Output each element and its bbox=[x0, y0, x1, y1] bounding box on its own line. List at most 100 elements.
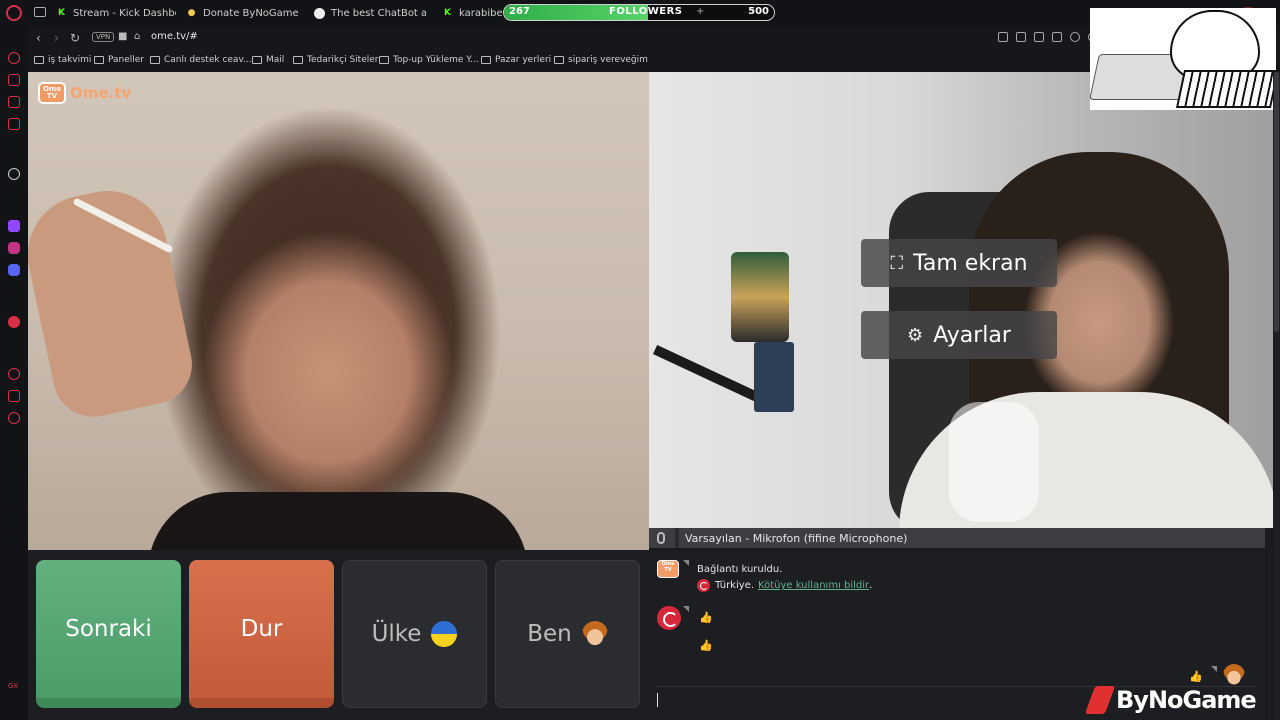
own-camera-video: ⛶ Tam ekran ⚙ Ayarlar bbox=[649, 72, 1273, 528]
video-microphone bbox=[731, 252, 789, 342]
bubble-tail bbox=[683, 560, 689, 566]
adblock-icon[interactable] bbox=[1034, 32, 1044, 42]
folder-icon bbox=[34, 56, 44, 64]
pin-icon[interactable] bbox=[998, 32, 1008, 42]
bookmark-item[interactable]: Mail bbox=[252, 55, 284, 65]
kick-icon: K bbox=[442, 7, 453, 19]
tab-label: Donate ByNoGame - Gel bbox=[203, 7, 298, 19]
settings-button[interactable]: ⚙ Ayarlar bbox=[861, 311, 1057, 359]
thumbs-up-icon: 👍 bbox=[1189, 670, 1203, 683]
video-shirt bbox=[148, 492, 528, 550]
followers-goal: 500 bbox=[748, 6, 769, 17]
partner-video: Ome TV Ome.tv bbox=[28, 72, 649, 550]
snapshot-icon[interactable] bbox=[1016, 32, 1026, 42]
chat-controls: Sonraki Dur Ülke Ben bbox=[28, 550, 649, 720]
lock-icon: ⌂ bbox=[134, 31, 141, 42]
opera-logo-icon[interactable] bbox=[6, 5, 22, 21]
ometv-logo: Ome TV Ome.tv bbox=[38, 82, 131, 104]
bubble-tail bbox=[683, 606, 689, 612]
microphone-selector[interactable]: Varsayılan - Mikrofon (fifine Microphone… bbox=[649, 528, 1265, 548]
thumbs-up-icon: 👍 bbox=[699, 639, 713, 652]
gmail-icon[interactable] bbox=[8, 118, 20, 130]
avatar bbox=[1223, 664, 1245, 686]
bongo-cat-overlay bbox=[1089, 8, 1280, 110]
chatgpt-icon[interactable] bbox=[8, 168, 20, 180]
video-bottle bbox=[949, 402, 1039, 522]
folder-icon bbox=[150, 56, 160, 64]
folder-icon bbox=[94, 56, 104, 64]
next-button[interactable]: Sonraki bbox=[36, 560, 181, 708]
vpn-badge[interactable]: VPN bbox=[92, 32, 115, 42]
back-icon[interactable]: ‹ bbox=[36, 31, 41, 45]
play-icon[interactable] bbox=[1070, 32, 1080, 42]
ometv-system-avatar: Ome TV bbox=[657, 560, 679, 578]
history-icon[interactable] bbox=[8, 368, 20, 380]
discord-icon[interactable] bbox=[8, 264, 20, 276]
bookmark-item[interactable]: Canlı destek ceav... bbox=[150, 55, 252, 65]
partner-avatar-turkey-flag-icon bbox=[657, 606, 681, 630]
tab-label: karabiber_2 bbox=[459, 7, 502, 19]
settings-icon[interactable] bbox=[8, 412, 20, 424]
shopping-icon[interactable] bbox=[8, 74, 20, 86]
page-scrollbar[interactable] bbox=[1273, 72, 1280, 720]
followers-title: FOLLOWERS bbox=[609, 6, 683, 17]
thumbs-up-icon: 👍 bbox=[699, 611, 713, 624]
scrollbar-thumb[interactable] bbox=[1274, 72, 1279, 332]
ometv-logo-word: Ome.tv bbox=[70, 84, 132, 102]
country-button[interactable]: Ülke bbox=[342, 560, 487, 708]
fullscreen-icon: ⛶ bbox=[890, 252, 904, 274]
bubble-tail bbox=[1211, 666, 1217, 672]
divider bbox=[675, 528, 679, 548]
translate-icon[interactable] bbox=[1052, 32, 1062, 42]
workspaces-icon[interactable] bbox=[34, 7, 46, 17]
video-figure bbox=[754, 342, 794, 412]
bynogame-watermark: ByNoGame bbox=[1084, 686, 1257, 714]
bynogame-icon: ● bbox=[187, 8, 196, 18]
gear-icon: ⚙ bbox=[907, 324, 924, 346]
chatgpt-icon bbox=[314, 7, 325, 19]
ukraine-flag-icon bbox=[431, 621, 458, 647]
followers-current: 267 bbox=[509, 6, 530, 17]
avatar bbox=[581, 621, 608, 647]
reload-icon[interactable]: ↻ bbox=[70, 31, 80, 45]
folder-icon bbox=[379, 56, 389, 64]
report-abuse-link[interactable]: Kötüye kullanımı bildir bbox=[758, 580, 869, 591]
url-field[interactable]: ome.tv/# bbox=[151, 31, 198, 42]
tab-chatbot[interactable]: The best ChatBot and W bbox=[314, 4, 426, 22]
tab-donate-bynogame[interactable]: ● Donate ByNoGame - Gel bbox=[186, 4, 298, 22]
bookmark-item[interactable]: iş takvimi bbox=[34, 55, 91, 65]
microphone-label: Varsayılan - Mikrofon (fifine Microphone… bbox=[685, 531, 908, 545]
bookmark-item[interactable]: Paneller bbox=[94, 55, 144, 65]
twitch-icon[interactable] bbox=[8, 220, 20, 232]
gx-icon[interactable]: GX bbox=[8, 682, 20, 694]
instagram-icon[interactable] bbox=[8, 242, 20, 254]
bookmark-item[interactable]: Pazar yerleri bbox=[481, 55, 551, 65]
bookmark-item[interactable]: Tedarikçi Siteler bbox=[293, 55, 378, 65]
fullscreen-button[interactable]: ⛶ Tam ekran bbox=[861, 239, 1057, 287]
tab-kick-dashboard[interactable]: K Stream - Kick Dashboard bbox=[56, 4, 176, 22]
folder-icon bbox=[293, 56, 303, 64]
tab-label: The best ChatBot and W bbox=[331, 7, 426, 19]
folder-icon bbox=[252, 56, 262, 64]
camera-icon[interactable]: ■ bbox=[118, 31, 127, 42]
microphone-icon bbox=[657, 532, 665, 544]
tab-karabiber[interactable]: K karabiber_2 bbox=[442, 4, 502, 22]
text-caret bbox=[657, 693, 658, 707]
folder-icon bbox=[481, 56, 491, 64]
bookmark-item[interactable]: Top-up Yükleme Y... bbox=[379, 55, 479, 65]
music-icon[interactable] bbox=[8, 316, 20, 328]
forward-icon[interactable]: › bbox=[54, 31, 59, 45]
extensions-icon[interactable] bbox=[8, 390, 20, 402]
turkey-flag-icon bbox=[697, 579, 710, 592]
keyboard-icon bbox=[1175, 70, 1280, 108]
bynogame-logo-icon bbox=[1084, 686, 1116, 714]
followers-goal-overlay: 267 FOLLOWERS + 500 bbox=[503, 4, 775, 21]
bookmark-item[interactable]: sipariş vereveğim bbox=[554, 55, 648, 65]
chat-message-connected: Bağlantı kuruldu. bbox=[697, 564, 783, 575]
me-button[interactable]: Ben bbox=[495, 560, 640, 708]
tab-label: Stream - Kick Dashboard bbox=[73, 7, 176, 19]
wallet-icon[interactable] bbox=[8, 96, 20, 108]
opera-aria-icon[interactable] bbox=[8, 52, 20, 64]
browser-sidebar: GX bbox=[0, 26, 28, 720]
stop-button[interactable]: Dur bbox=[189, 560, 334, 708]
